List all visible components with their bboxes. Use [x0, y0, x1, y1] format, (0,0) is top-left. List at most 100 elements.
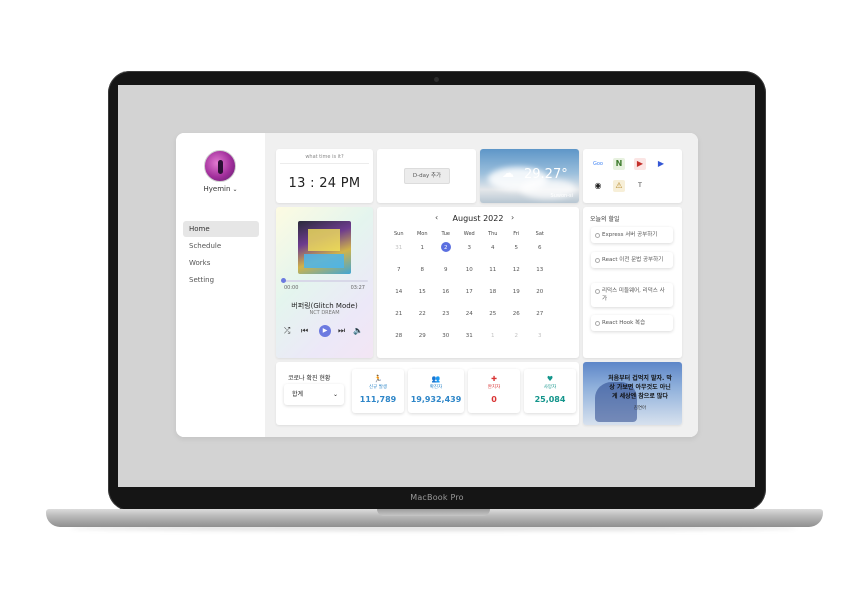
weather-card: ☁ 29.27° Suwon-si [480, 149, 579, 203]
weekday-label: Thu [488, 231, 498, 237]
calendar-day[interactable]: 16 [434, 289, 458, 295]
calendar-day[interactable]: 3 [528, 333, 552, 339]
weekday-label: Tue [441, 231, 451, 237]
next-icon[interactable]: ⏭ [338, 325, 345, 337]
sidebar-item-home[interactable]: Home [183, 221, 259, 237]
sidebar-nav: Home Schedule Works Setting [183, 221, 259, 289]
todo-item[interactable]: Express 서버 공부하기 [591, 227, 673, 243]
stat-value: 111,789 [359, 395, 397, 404]
calendar-day[interactable]: 3 [458, 245, 482, 251]
laptop-screen: Hyemin ⌄ Home Schedule Works Setting what… [118, 85, 755, 487]
add-dday-button[interactable]: D-day 추가 [404, 168, 450, 184]
calendar-day[interactable]: 31 [458, 333, 482, 339]
play-store-icon[interactable]: ▶ [655, 158, 667, 170]
calendar-day[interactable]: 9 [434, 267, 458, 273]
calendar-grid: Sun Mon Tue Wed Thu Fri Sat 31 1 2 3 4 5… [387, 231, 569, 347]
calendar-day[interactable]: 30 [434, 333, 458, 339]
weekday-label: Sun [393, 231, 404, 237]
todo-item[interactable]: 리덕스 미들웨어, 리덕스 사가 [591, 283, 673, 307]
clock-question: what time is it? [305, 154, 344, 160]
song-artist: NCT DREAM [309, 310, 340, 316]
stat-new-cases: 🏃 신규 발생 111,789 [352, 369, 404, 413]
calendar-day[interactable]: 5 [505, 245, 529, 251]
calendar-day[interactable]: 28 [387, 333, 411, 339]
calendar-day[interactable]: 17 [458, 289, 482, 295]
calendar-day[interactable]: 29 [411, 333, 435, 339]
stat-label: 신규 발생 [369, 385, 387, 390]
calendar-day[interactable]: 1 [481, 333, 505, 339]
covid-region-select[interactable]: 합계 ⌄ [284, 384, 344, 405]
heart-pulse-icon: ♥ [546, 375, 554, 383]
sidebar-item-schedule[interactable]: Schedule [183, 238, 259, 254]
medical-cross-icon: ✚ [491, 375, 497, 383]
weekday-row: Sun Mon Tue Wed Thu Fri Sat [387, 231, 569, 237]
stat-label: 사망자 [543, 385, 557, 390]
calendar-day[interactable]: 15 [411, 289, 435, 295]
tistory-icon[interactable]: T [634, 180, 646, 192]
calendar-day[interactable]: 2 [505, 333, 529, 339]
calendar-day[interactable]: 19 [505, 289, 529, 295]
alert-icon[interactable]: ⚠ [613, 180, 625, 192]
calendar-day[interactable]: 22 [411, 311, 435, 317]
calendar-card: ‹ August 2022 › Sun Mon Tue Wed Thu Fri … [377, 207, 579, 358]
calendar-day[interactable]: 7 [387, 267, 411, 273]
calendar-day[interactable]: 18 [481, 289, 505, 295]
calendar-day[interactable]: 23 [434, 311, 458, 317]
calendar-day[interactable]: 13 [528, 267, 552, 273]
google-icon[interactable]: Goo [592, 158, 604, 170]
calendar-day[interactable]: 11 [481, 267, 505, 273]
calendar-day[interactable]: 27 [528, 311, 552, 317]
calendar-day[interactable]: 26 [505, 311, 529, 317]
sidebar-item-works[interactable]: Works [183, 255, 259, 271]
calendar-day[interactable]: 31 [387, 245, 411, 251]
calendar-day[interactable]: 4 [481, 245, 505, 251]
person-run-icon: 🏃 [373, 375, 383, 383]
chevron-down-icon: ⌄ [332, 391, 338, 398]
todo-item[interactable]: React Hook 복습 [591, 315, 673, 331]
dday-card: D-day 추가 [377, 149, 476, 203]
previous-icon[interactable]: ⏮ [301, 325, 308, 337]
todo-item[interactable]: React 이전 문법 공부하기 [591, 252, 673, 268]
github-icon[interactable]: ◉ [592, 180, 604, 192]
quote-author: 김연아 [633, 406, 647, 411]
main-content: what time is it? 13 : 24 PM D-day 추가 ☁ 2… [265, 133, 698, 437]
laptop-brand-label: MacBook Pro [410, 493, 464, 502]
calendar-day[interactable]: 12 [505, 267, 529, 273]
duration: 03:27 [350, 285, 365, 291]
weekday-label: Fri [513, 231, 520, 237]
sidebar-item-setting[interactable]: Setting [183, 272, 259, 288]
album-art [298, 221, 351, 274]
youtube-icon[interactable]: ▶ [634, 158, 646, 170]
calendar-day[interactable]: 1 [411, 245, 435, 251]
quote-card: 처음부터 겁먹지 말자. 막상 가보면 아무것도 아닌게 세상엔 참으로 많다 … [583, 362, 682, 425]
calendar-day[interactable]: 8 [411, 267, 435, 273]
calendar-week: 28 29 30 31 1 2 3 [387, 325, 569, 347]
weekday-label: Wed [463, 231, 475, 237]
calendar-day[interactable]: 25 [481, 311, 505, 317]
covid-card: 코로나 확진 현황 합계 ⌄ 🏃 신규 발생 111,789 👥 확진자 19,… [276, 362, 579, 425]
calendar-day[interactable]: 24 [458, 311, 482, 317]
calendar-day[interactable]: 14 [387, 289, 411, 295]
volume-icon[interactable]: 🔈 [353, 325, 363, 337]
stat-deaths: ♥ 사망자 25,084 [524, 369, 576, 413]
calendar-day[interactable]: 10 [458, 267, 482, 273]
notion-icon[interactable]: N [613, 158, 625, 170]
dashboard-app: Hyemin ⌄ Home Schedule Works Setting what… [176, 133, 698, 437]
calendar-week: 21 22 23 24 25 26 27 [387, 303, 569, 325]
user-menu[interactable]: Hyemin ⌄ [176, 185, 265, 193]
calendar-day[interactable]: 6 [528, 245, 552, 251]
calendar-week: 7 8 9 10 11 12 13 [387, 259, 569, 281]
cloud-icon: ☁ [502, 166, 514, 180]
play-button[interactable]: ▶ [319, 325, 331, 337]
chevron-right-icon[interactable]: › [511, 213, 514, 222]
calendar-day[interactable]: 20 [528, 289, 552, 295]
music-player-card: 00:00 03:27 버퍼링(Glitch Mode) NCT DREAM ⤮… [276, 207, 373, 358]
calendar-day-today[interactable]: 2 [434, 242, 458, 252]
shuffle-icon[interactable]: ⤮ [284, 325, 290, 337]
avatar[interactable] [204, 150, 236, 182]
progress-bar[interactable] [281, 278, 368, 283]
calendar-day[interactable]: 21 [387, 311, 411, 317]
user-name: Hyemin [203, 185, 231, 193]
progress-knob[interactable] [281, 278, 286, 283]
weekday-label: Sat [535, 231, 544, 237]
